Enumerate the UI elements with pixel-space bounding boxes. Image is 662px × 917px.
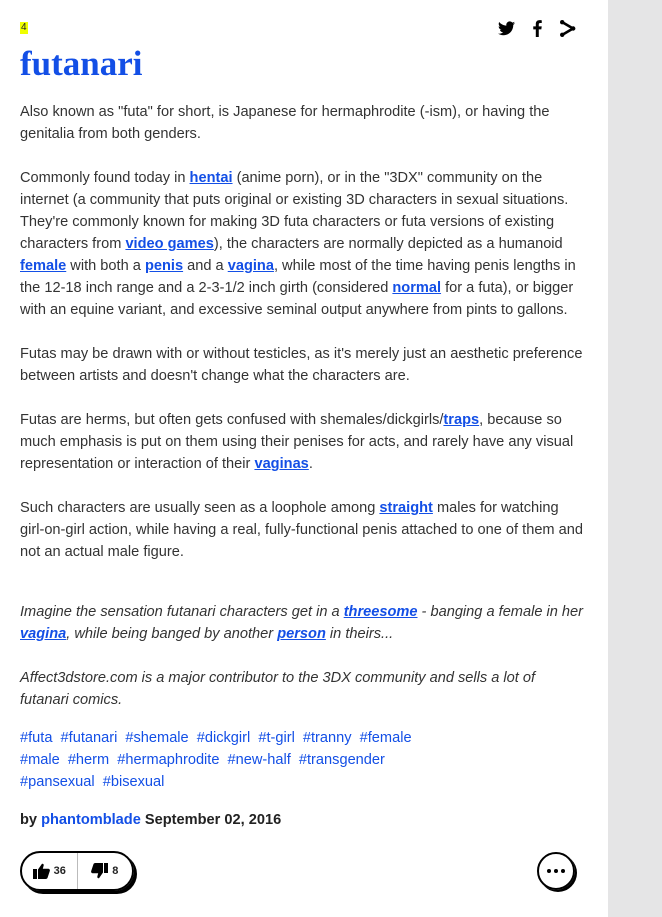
meaning-paragraph: Futas are herms, but often gets confused… (20, 412, 574, 472)
facebook-icon (532, 19, 542, 37)
tag-link[interactable]: #bisexual (103, 774, 165, 790)
meaning-paragraph: Commonly found today in hentai (anime po… (20, 170, 576, 318)
link-traps[interactable]: traps (443, 412, 479, 428)
upvote-button[interactable]: 36 (22, 853, 77, 889)
link-video-games[interactable]: video games (125, 236, 213, 252)
share-button[interactable] (557, 17, 579, 39)
tag-link[interactable]: #transgender (299, 752, 385, 768)
tag-link[interactable]: #hermaphrodite (117, 752, 219, 768)
link-straight[interactable]: straight (379, 500, 433, 516)
tag-link[interactable]: #futa (20, 730, 52, 746)
example-paragraph: Imagine the sensation futanari character… (20, 604, 583, 642)
more-options-button[interactable] (537, 852, 575, 890)
tag-link[interactable]: #futanari (61, 730, 118, 746)
meaning-paragraph: Such characters are usually seen as a lo… (20, 500, 583, 560)
downvote-count: 8 (112, 865, 119, 877)
definition-meaning: Also known as "futa" for short, is Japan… (20, 101, 586, 585)
link-hentai[interactable]: hentai (190, 170, 233, 186)
definition-example: Imagine the sensation futanari character… (20, 601, 586, 733)
facebook-share-button[interactable] (526, 17, 548, 39)
tag-link[interactable]: #pansexual (20, 774, 95, 790)
word-title[interactable]: futanari (20, 44, 143, 84)
upvote-count: 36 (53, 865, 66, 877)
thumbs-up-icon (32, 863, 50, 879)
post-date: September 02, 2016 (144, 812, 282, 828)
author-link[interactable]: phantomblade (41, 812, 141, 828)
link-normal[interactable]: normal (392, 280, 441, 296)
byline-prefix: by (20, 812, 38, 828)
tag-list: #futa #futanari #shemale #dickgirl #t-gi… (20, 727, 416, 793)
vote-buttons: 36 8 (20, 851, 134, 891)
link-vagina[interactable]: vagina (228, 258, 274, 274)
tag-link[interactable]: #tranny (303, 730, 352, 746)
twitter-share-button[interactable] (495, 17, 517, 39)
rank-badge: 4 (20, 22, 28, 34)
thumbs-down-icon (91, 863, 109, 879)
contributor-byline: by phantomblade September 02, 2016 (20, 809, 281, 831)
definition-card: 4 futanari Also known as "futa" for shor… (0, 0, 608, 917)
meaning-paragraph: Futas may be drawn with or without testi… (20, 346, 583, 384)
twitter-icon (497, 20, 515, 35)
tag-link[interactable]: #t-girl (258, 730, 295, 746)
more-options-icon (547, 869, 565, 873)
tag-link[interactable]: #dickgirl (197, 730, 251, 746)
tag-link[interactable]: #female (360, 730, 412, 746)
link-threesome[interactable]: threesome (344, 604, 418, 620)
tag-link[interactable]: #shemale (125, 730, 188, 746)
link-vagina[interactable]: vagina (20, 626, 66, 642)
tag-link[interactable]: #herm (68, 752, 109, 768)
link-female[interactable]: female (20, 258, 66, 274)
share-icon (560, 19, 576, 37)
tag-link[interactable]: #male (20, 752, 60, 768)
example-paragraph: Affect3dstore.com is a major contributor… (20, 670, 536, 708)
right-sidebar (608, 0, 662, 917)
downvote-button[interactable]: 8 (76, 853, 133, 889)
link-vaginas[interactable]: vaginas (254, 456, 308, 472)
tag-link[interactable]: #new-half (228, 752, 291, 768)
meaning-paragraph: Also known as "futa" for short, is Japan… (20, 104, 550, 142)
link-person[interactable]: person (277, 626, 326, 642)
link-penis[interactable]: penis (145, 258, 183, 274)
